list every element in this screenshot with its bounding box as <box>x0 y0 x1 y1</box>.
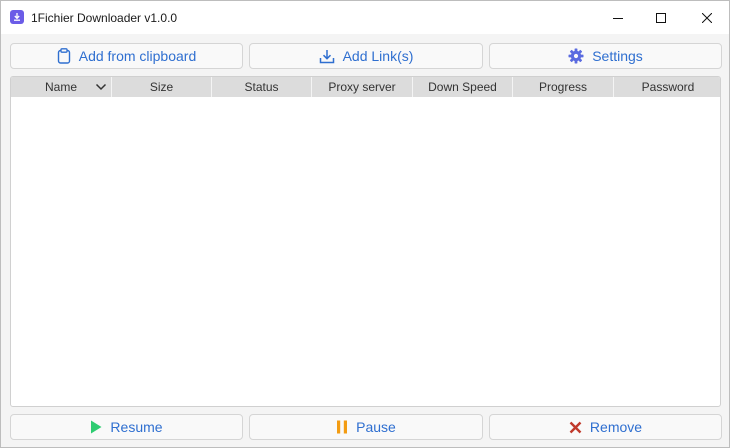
downloads-table[interactable]: Name Size Status Proxy server Down Speed… <box>10 76 721 407</box>
pause-label: Pause <box>356 419 396 435</box>
column-header-down-speed[interactable]: Down Speed <box>413 77 513 97</box>
play-icon <box>90 420 102 434</box>
column-header-label: Proxy server <box>328 80 396 94</box>
column-header-label: Password <box>641 80 695 94</box>
close-icon <box>702 12 712 23</box>
table-header: Name Size Status Proxy server Down Speed… <box>11 77 720 97</box>
pause-button[interactable]: Pause <box>249 414 483 440</box>
minimize-icon <box>613 17 623 19</box>
resume-button[interactable]: Resume <box>10 414 243 440</box>
column-header-label: Progress <box>538 80 588 94</box>
column-header-label: Down Speed <box>428 80 497 94</box>
minimize-button[interactable] <box>595 1 641 34</box>
maximize-icon <box>656 12 666 23</box>
settings-label: Settings <box>592 48 643 64</box>
column-header-proxy-server[interactable]: Proxy server <box>312 77 413 97</box>
column-header-status[interactable]: Status <box>212 77 312 97</box>
chevron-down-icon <box>95 83 107 91</box>
resume-label: Resume <box>110 419 163 435</box>
add-links-label: Add Link(s) <box>342 48 414 64</box>
remove-button[interactable]: Remove <box>489 414 722 440</box>
column-header-label: Status <box>244 80 279 94</box>
app-window: 1Fichier Downloader v1.0.0 Add from clip… <box>0 0 730 448</box>
remove-label: Remove <box>589 419 643 435</box>
add-links-button[interactable]: Add Link(s) <box>249 43 483 69</box>
x-mark-icon <box>569 421 582 434</box>
download-icon <box>10 10 24 24</box>
add-from-clipboard-button[interactable]: Add from clipboard <box>10 43 243 69</box>
column-header-label: Name <box>44 80 77 94</box>
settings-button[interactable]: Settings <box>489 43 722 69</box>
maximize-button[interactable] <box>638 1 684 34</box>
close-button[interactable] <box>684 1 730 34</box>
window-title: 1Fichier Downloader v1.0.0 <box>31 11 178 25</box>
pause-icon <box>336 420 348 434</box>
column-header-name[interactable]: Name <box>11 77 112 97</box>
title-bar[interactable]: 1Fichier Downloader v1.0.0 <box>1 1 729 34</box>
column-header-progress[interactable]: Progress <box>513 77 614 97</box>
download-tray-icon <box>319 49 335 64</box>
column-header-size[interactable]: Size <box>112 77 212 97</box>
add-from-clipboard-label: Add from clipboard <box>78 48 197 64</box>
gear-icon <box>568 48 584 64</box>
column-header-label: Size <box>149 80 174 94</box>
clipboard-icon <box>57 48 71 64</box>
column-header-password[interactable]: Password <box>614 77 720 97</box>
